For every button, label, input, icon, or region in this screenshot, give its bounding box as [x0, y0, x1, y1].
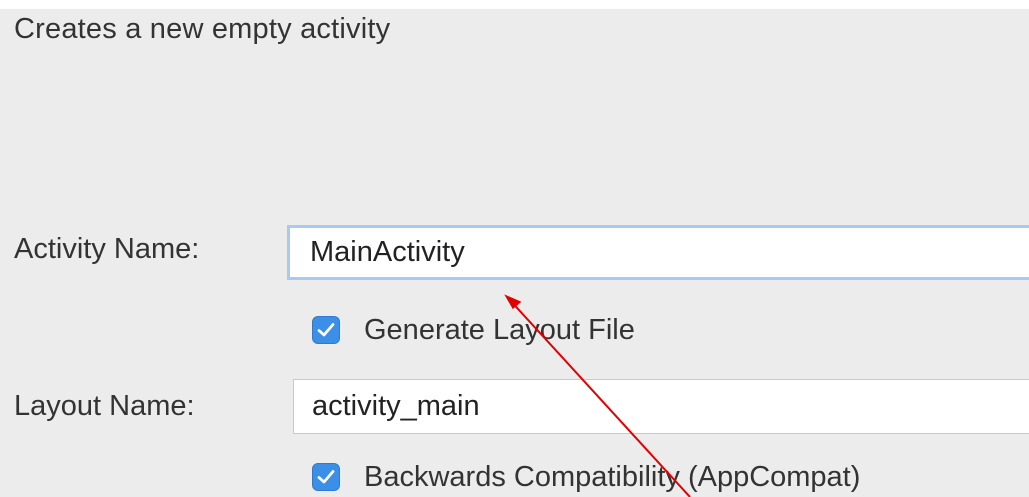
backwards-compat-label: Backwards Compatibility (AppCompat) — [364, 460, 861, 493]
template-description: Creates a new empty activity — [14, 13, 391, 45]
generate-layout-checkbox-row[interactable]: Generate Layout File — [312, 310, 635, 350]
activity-name-label: Activity Name: — [14, 233, 200, 265]
layout-name-label: Layout Name: — [14, 390, 195, 422]
activity-name-field[interactable]: MainActivity — [287, 225, 1029, 280]
layout-name-field[interactable]: activity_main — [293, 379, 1029, 434]
backwards-compat-checkbox[interactable] — [312, 463, 340, 491]
checkmark-icon — [317, 323, 335, 337]
generate-layout-checkbox[interactable] — [312, 316, 340, 344]
backwards-compat-checkbox-row[interactable]: Backwards Compatibility (AppCompat) — [312, 457, 860, 497]
checkmark-icon — [317, 470, 335, 484]
generate-layout-label: Generate Layout File — [364, 313, 635, 346]
